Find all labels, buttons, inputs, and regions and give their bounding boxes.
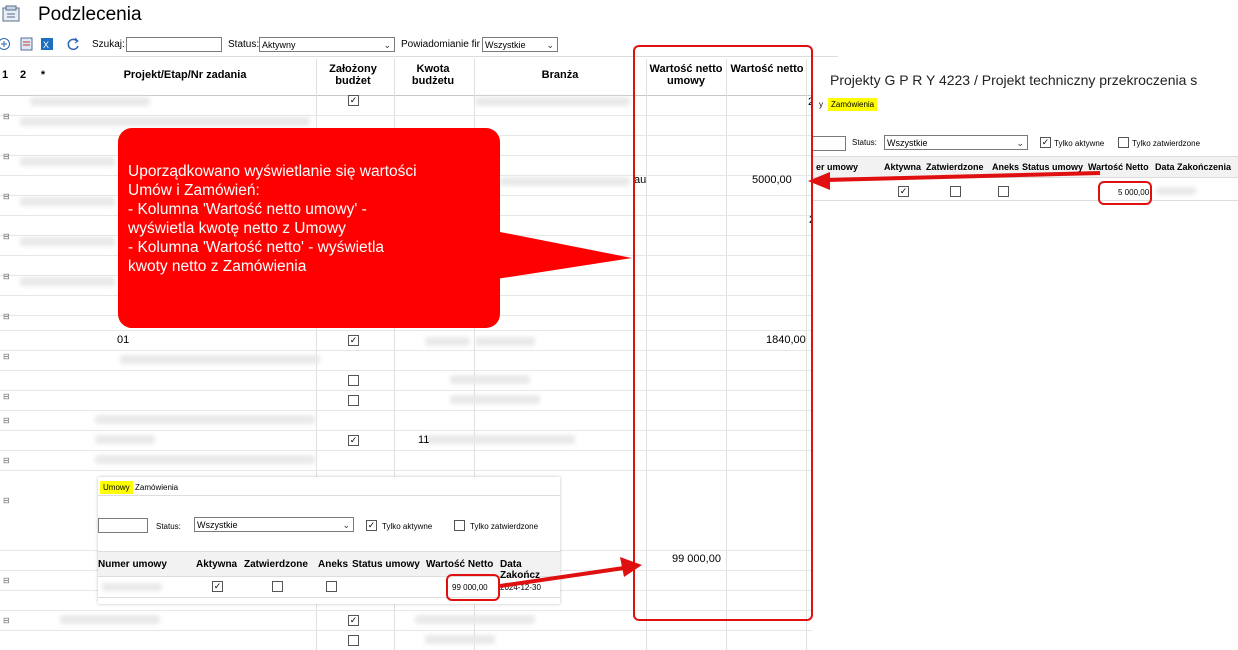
annotation-callout: Uporządkowano wyświetlanie się wartości …	[118, 128, 500, 328]
callout-line: Uporządkowano wyświetlanie się wartości	[128, 163, 417, 180]
callout-line: Umów i Zamówień:	[128, 182, 260, 199]
arrow-head	[808, 172, 830, 190]
arrow-line	[499, 566, 625, 588]
arrow-head	[620, 557, 642, 577]
callout-line: - Kolumna 'Wartość netto' - wyświetla	[128, 239, 385, 256]
arrow-line	[825, 171, 1101, 182]
callout-pointer	[490, 230, 632, 280]
callout-line: - Kolumna 'Wartość netto umowy' -	[128, 201, 367, 218]
callout-line: kwoty netto z Zamówienia	[128, 258, 307, 275]
callout-line: wyświetla kwotę netto z Umowy	[128, 220, 346, 237]
